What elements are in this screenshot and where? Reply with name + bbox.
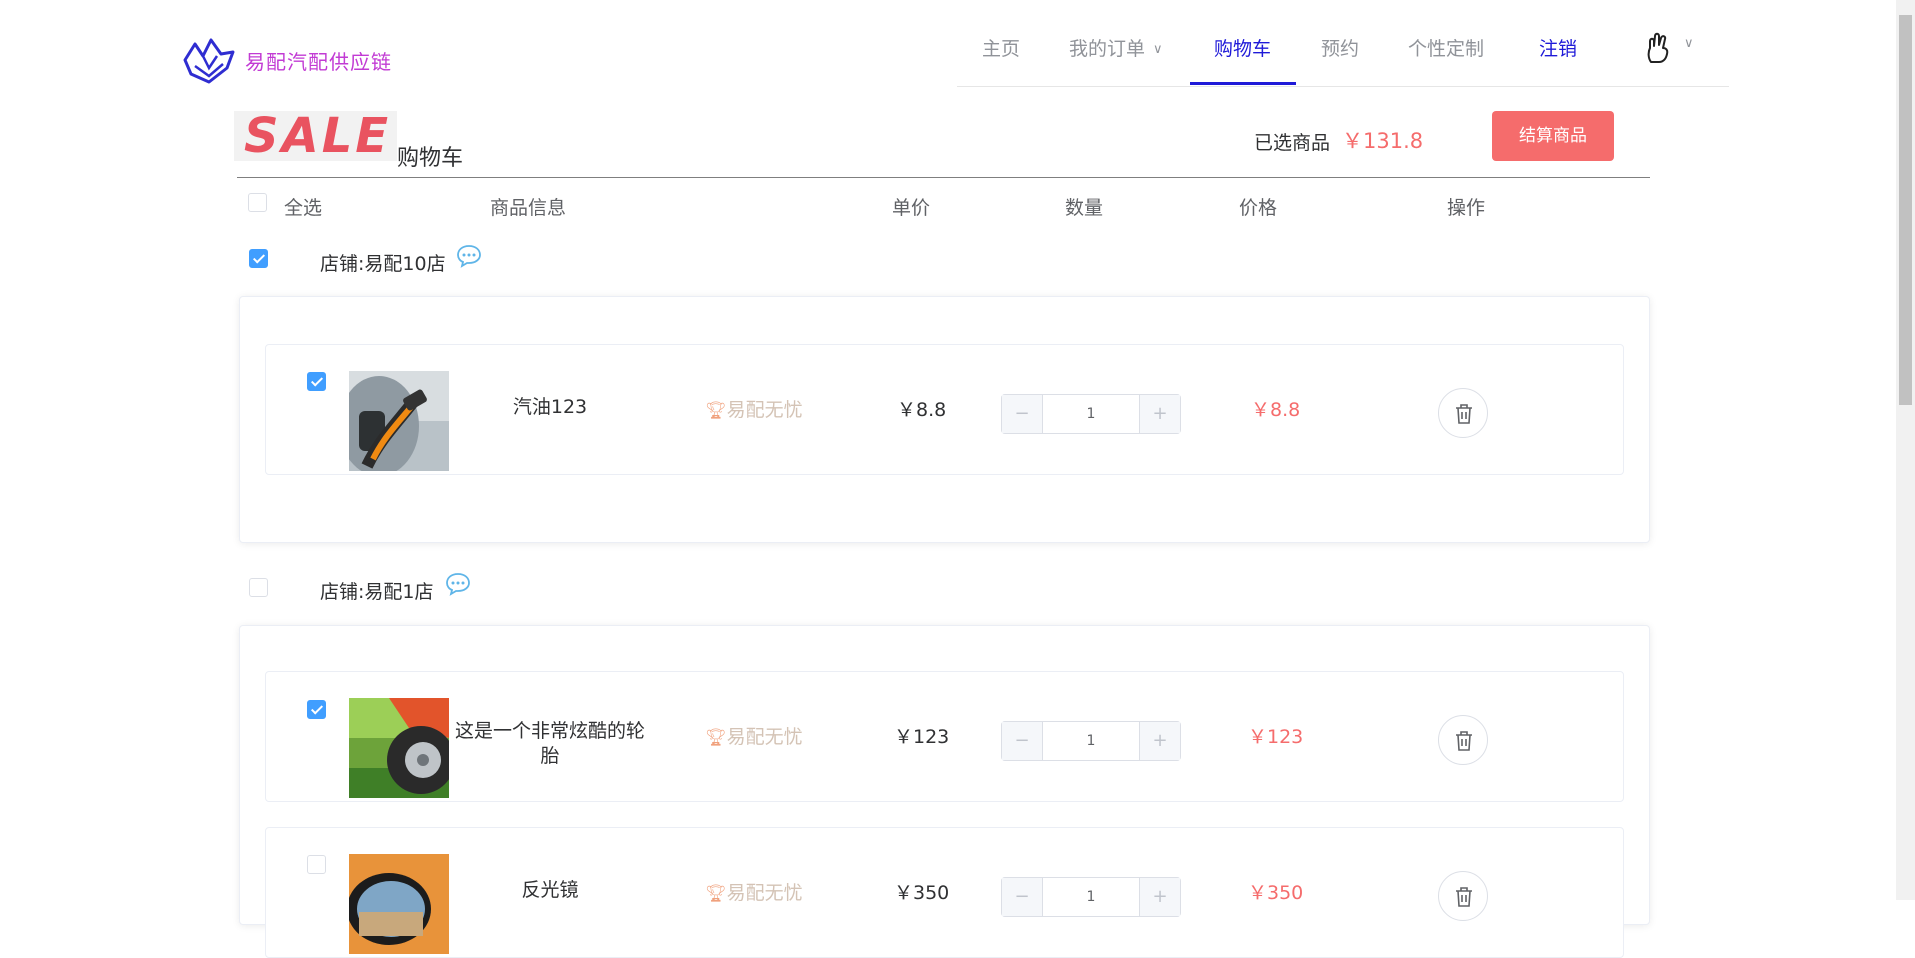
cart-row: 这是一个非常炫酷的轮胎 🏆︎易配无忧 ￥123 − 1 + ￥123 — [265, 671, 1624, 802]
trash-icon — [1456, 404, 1472, 424]
nav-logout[interactable]: 注销 — [1539, 37, 1577, 61]
cart-row: 汽油123 🏆︎易配无忧 ￥8.8 − 1 + ￥8.8 — [265, 344, 1624, 475]
hand-gesture-icon — [1647, 32, 1669, 63]
trash-icon — [1456, 731, 1472, 751]
product-name[interactable]: 这是一个非常炫酷的轮胎 — [447, 719, 653, 769]
product-image-mirror[interactable] — [349, 854, 449, 954]
selected-label: 已选商品 — [1254, 132, 1331, 154]
cart-row: 反光镜 🏆︎易配无忧 ￥350 − 1 + ￥350 — [265, 827, 1624, 958]
quantity-input[interactable]: 1 — [1043, 878, 1139, 916]
product-name[interactable]: 反光镜 — [447, 878, 653, 903]
quantity-increase-button[interactable]: + — [1139, 395, 1180, 433]
trash-icon — [1456, 887, 1472, 907]
nav-customize[interactable]: 个性定制 — [1408, 37, 1484, 61]
quantity-input[interactable]: 1 — [1043, 722, 1139, 760]
shop-checkbox[interactable] — [249, 249, 268, 268]
item-total-price: ￥350 — [1248, 882, 1304, 904]
item-checkbox[interactable] — [307, 855, 326, 874]
trophy-icon: 🏆︎ — [705, 401, 727, 421]
nav-active-indicator — [1190, 82, 1296, 85]
quantity-stepper[interactable]: − 1 + — [1001, 877, 1181, 917]
unit-price: ￥8.8 — [897, 399, 947, 421]
column-header-quantity: 数量 — [1065, 197, 1104, 219]
nav-appointment[interactable]: 预约 — [1321, 37, 1359, 61]
item-checkbox[interactable] — [307, 372, 326, 391]
sale-banner-text: SALE — [244, 108, 392, 164]
sale-banner: SALE — [234, 111, 397, 161]
product-image-tire[interactable] — [349, 698, 449, 798]
mirror-image — [349, 854, 449, 954]
shop-checkbox[interactable] — [249, 578, 268, 597]
column-header-info: 商品信息 — [490, 197, 567, 219]
brand-logo-icon — [183, 38, 235, 84]
shop-name: 店铺:易配1店 — [320, 581, 434, 603]
delete-button[interactable] — [1438, 715, 1488, 765]
scrollbar-thumb[interactable] — [1899, 15, 1912, 405]
product-name[interactable]: 汽油123 — [447, 395, 653, 420]
selected-amount: ￥131.8 — [1342, 129, 1424, 153]
quantity-decrease-button[interactable]: − — [1002, 878, 1043, 916]
column-header-action: 操作 — [1447, 197, 1486, 219]
chevron-down-icon: ∨ — [1684, 36, 1694, 51]
column-header-price: 价格 — [1239, 197, 1278, 219]
quantity-stepper[interactable]: − 1 + — [1001, 394, 1181, 434]
chat-bubble-icon[interactable] — [456, 244, 482, 268]
quantity-decrease-button[interactable]: − — [1002, 722, 1043, 760]
quantity-decrease-button[interactable]: − — [1002, 395, 1043, 433]
quantity-input[interactable]: 1 — [1043, 395, 1139, 433]
user-menu[interactable]: ∨ — [1640, 30, 1700, 66]
shop-card: 汽油123 🏆︎易配无忧 ￥8.8 − 1 + ￥8.8 — [239, 296, 1650, 543]
guarantee-badge: 🏆︎易配无忧 — [705, 395, 803, 422]
chat-bubble-icon[interactable] — [445, 572, 471, 596]
item-total-price: ￥8.8 — [1251, 399, 1301, 421]
quantity-increase-button[interactable]: + — [1139, 878, 1180, 916]
shop-card: 这是一个非常炫酷的轮胎 🏆︎易配无忧 ￥123 − 1 + ￥123 反光镜 🏆… — [239, 625, 1650, 958]
select-all-checkbox[interactable] — [248, 193, 267, 212]
guarantee-badge-label: 易配无忧 — [726, 726, 803, 748]
nav-cart[interactable]: 购物车 — [1214, 37, 1271, 61]
unit-price: ￥123 — [894, 726, 950, 748]
product-image-fuel-nozzle[interactable] — [349, 371, 449, 471]
checkout-button[interactable]: 结算商品 — [1492, 111, 1614, 161]
delete-button[interactable] — [1438, 871, 1488, 921]
guarantee-badge: 🏆︎易配无忧 — [705, 722, 803, 749]
shop-name: 店铺:易配10店 — [320, 253, 446, 275]
guarantee-badge-label: 易配无忧 — [726, 399, 803, 421]
quantity-stepper[interactable]: − 1 + — [1001, 721, 1181, 761]
trophy-icon: 🏆︎ — [705, 884, 727, 904]
unit-price: ￥350 — [894, 882, 950, 904]
guarantee-badge-label: 易配无忧 — [726, 882, 803, 904]
chevron-down-icon: ∨ — [1153, 42, 1163, 57]
nav-divider — [957, 86, 1729, 87]
column-header-unit-price: 单价 — [892, 197, 931, 219]
nav-my-orders[interactable]: 我的订单 ∨ — [1069, 37, 1163, 62]
delete-button[interactable] — [1438, 388, 1488, 438]
select-all-label: 全选 — [284, 197, 323, 219]
tire-image — [349, 698, 449, 798]
brand-name[interactable]: 易配汽配供应链 — [245, 46, 392, 75]
page-title: 购物车 — [397, 146, 464, 171]
trophy-icon: 🏆︎ — [705, 728, 727, 748]
item-checkbox[interactable] — [307, 700, 326, 719]
item-total-price: ￥123 — [1248, 726, 1304, 748]
nav-home[interactable]: 主页 — [982, 37, 1020, 61]
quantity-increase-button[interactable]: + — [1139, 722, 1180, 760]
nav-my-orders-label: 我的订单 — [1069, 38, 1146, 60]
fuel-nozzle-image — [349, 371, 449, 471]
title-divider — [237, 177, 1650, 178]
guarantee-badge: 🏆︎易配无忧 — [705, 878, 803, 905]
